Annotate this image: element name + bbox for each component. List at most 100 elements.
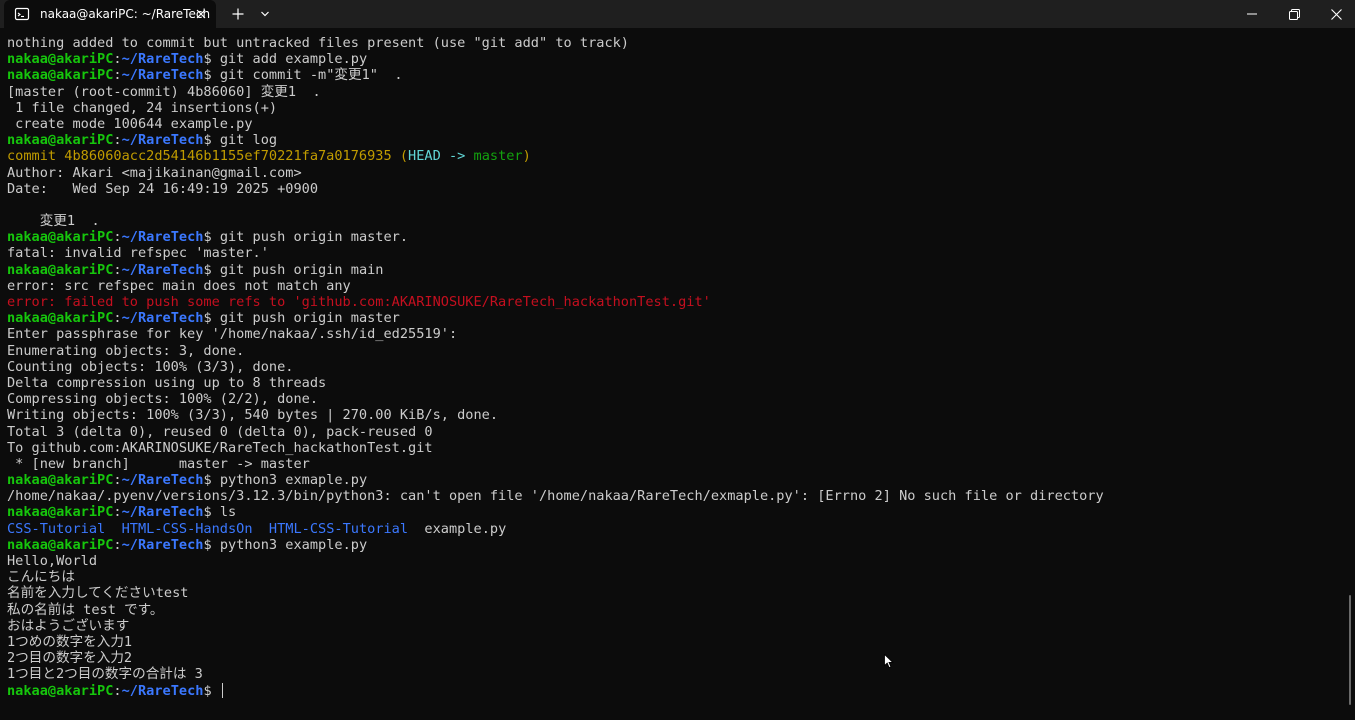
command-text: git commit -m"変更1" .	[219, 67, 403, 84]
prompt-user: nakaa@akariPC	[7, 229, 114, 246]
prompt-path: ~/RareTech	[121, 682, 204, 699]
output-line: Compressing objects: 100% (2/2), done.	[7, 391, 1341, 407]
output-line: 変更1 .	[7, 213, 1341, 229]
output-text: 2つ目の数字を入力2	[7, 650, 133, 667]
output-text: nothing added to commit but untracked fi…	[7, 35, 629, 51]
output-text: Hello,World	[7, 553, 98, 569]
output-line: 2つ目の数字を入力2	[7, 650, 1341, 666]
prompt-line: nakaa@akariPC:~/RareTech$ git log	[7, 132, 1341, 148]
output-text: Date: Wed Sep 24 16:49:19 2025 +0900	[7, 180, 318, 197]
command-text: git push origin master.	[219, 229, 409, 246]
prompt-line: nakaa@akariPC:~/RareTech$ python3 exampl…	[7, 537, 1341, 553]
prompt-line: nakaa@akariPC:~/RareTech$ python3 exmapl…	[7, 472, 1341, 488]
output-text: Enumerating objects: 3, done.	[7, 342, 245, 359]
output-text: commit 4b86060acc2d54146b1155ef70221fa7a…	[7, 148, 400, 165]
output-text: 私の名前は test です。	[7, 601, 164, 618]
output-line: * [new branch] master -> master	[7, 456, 1341, 472]
prompt-line: nakaa@akariPC:~/RareTech$	[7, 683, 1341, 699]
prompt-user: nakaa@akariPC	[7, 67, 114, 84]
prompt-symbol: $	[203, 67, 220, 84]
output-text: Total 3 (delta 0), reused 0 (delta 0), p…	[7, 423, 433, 440]
prompt-line: nakaa@akariPC:~/RareTech$ git add exampl…	[7, 51, 1341, 67]
prompt-line: nakaa@akariPC:~/RareTech$ ls	[7, 504, 1341, 520]
vertical-scrollbar[interactable]	[1349, 595, 1351, 705]
output-line: Enter passphrase for key '/home/nakaa/.s…	[7, 326, 1341, 342]
output-text: * [new branch] master -> master	[7, 455, 310, 472]
output-line: Delta compression using up to 8 threads	[7, 375, 1341, 391]
command-text: git push origin master	[219, 310, 400, 327]
minimize-icon[interactable]	[1229, 0, 1275, 28]
output-text: 1 file changed, 24 insertions(+)	[7, 99, 278, 116]
output-text: Compressing objects: 100% (2/2), done.	[7, 391, 318, 408]
output-line: こんにちは	[7, 569, 1341, 585]
command-text: git add example.py	[219, 51, 368, 68]
prompt-symbol: $	[203, 472, 220, 489]
command-text: python3 example.py	[219, 536, 368, 553]
terminal-window: nakaa@akariPC: ~/RareTech nothing added …	[0, 0, 1355, 720]
prompt-separator: :	[113, 310, 122, 327]
output-line: 私の名前は test です。	[7, 602, 1341, 618]
output-text: error: failed to push some refs to 'gith…	[7, 294, 711, 310]
output-line: Author: Akari <majikainan@gmail.com>	[7, 165, 1341, 181]
output-text: (	[399, 148, 409, 165]
prompt-user: nakaa@akariPC	[7, 261, 114, 278]
output-text: 変更1 .	[7, 213, 100, 230]
output-line: [master (root-commit) 4b86060] 変更1 .	[7, 84, 1341, 100]
prompt-separator: :	[113, 132, 122, 149]
output-text: error: src refspec main does not match a…	[7, 277, 351, 294]
close-tab-icon[interactable]	[192, 5, 210, 23]
prompt-symbol: $	[203, 51, 220, 68]
prompt-path: ~/RareTech	[121, 67, 204, 84]
output-text: )	[522, 148, 531, 165]
output-text: HEAD ->	[408, 148, 474, 165]
prompt-line: nakaa@akariPC:~/RareTech$ git push origi…	[7, 262, 1341, 278]
close-window-icon[interactable]	[1313, 0, 1355, 28]
mouse-pointer-icon	[884, 653, 894, 674]
output-line: create mode 100644 example.py	[7, 116, 1341, 132]
output-text: こんにちは	[7, 569, 75, 586]
prompt-line: nakaa@akariPC:~/RareTech$ git push origi…	[7, 229, 1341, 245]
restore-icon[interactable]	[1271, 0, 1317, 28]
prompt-path: ~/RareTech	[121, 229, 204, 246]
output-text: Author: Akari <majikainan@gmail.com>	[7, 164, 302, 181]
prompt-path: ~/RareTech	[121, 536, 204, 553]
output-text: Writing objects: 100% (3/3), 540 bytes |…	[7, 407, 499, 424]
prompt-separator: :	[113, 51, 122, 68]
prompt-path: ~/RareTech	[121, 472, 204, 489]
output-line: Writing objects: 100% (3/3), 540 bytes |…	[7, 407, 1341, 423]
output-text: example.py	[408, 520, 507, 537]
new-tab-plus-icon[interactable]	[228, 4, 248, 24]
prompt-user: nakaa@akariPC	[7, 51, 114, 68]
command-text: python3 exmaple.py	[219, 472, 368, 489]
prompt-separator: :	[113, 504, 122, 521]
output-line: 1 file changed, 24 insertions(+)	[7, 100, 1341, 116]
command-text: git log	[219, 132, 278, 149]
prompt-symbol: $	[203, 261, 220, 278]
output-text: [master (root-commit) 4b86060] 変更1 .	[7, 83, 321, 100]
prompt-user: nakaa@akariPC	[7, 536, 114, 553]
output-line: おはようございます	[7, 618, 1341, 634]
terminal-output[interactable]: nothing added to commit but untracked fi…	[7, 35, 1341, 720]
terminal-tab[interactable]: nakaa@akariPC: ~/RareTech	[4, 0, 216, 28]
command-text: git push origin main	[219, 261, 384, 278]
output-text: fatal: invalid refspec 'master.'	[7, 245, 269, 262]
tab-title: nakaa@akariPC: ~/RareTech	[40, 7, 211, 21]
output-text: master	[473, 148, 523, 165]
chevron-down-icon[interactable]	[255, 4, 275, 24]
output-line: /home/nakaa/.pyenv/versions/3.12.3/bin/p…	[7, 488, 1341, 504]
output-text: 1つめの数字を入力1	[7, 633, 133, 650]
output-text: Enter passphrase for key '/home/nakaa/.s…	[7, 326, 458, 343]
output-text: Delta compression using up to 8 threads	[7, 374, 327, 391]
prompt-symbol: $	[203, 229, 220, 246]
prompt-path: ~/RareTech	[121, 132, 204, 149]
output-text: CSS-Tutorial	[7, 520, 106, 537]
prompt-path: ~/RareTech	[121, 310, 204, 327]
output-line: To github.com:AKARINOSUKE/RareTech_hacka…	[7, 440, 1341, 456]
prompt-line: nakaa@akariPC:~/RareTech$ git commit -m"…	[7, 67, 1341, 83]
prompt-user: nakaa@akariPC	[7, 472, 114, 489]
text-cursor	[221, 683, 223, 698]
output-line: error: failed to push some refs to 'gith…	[7, 294, 1341, 310]
